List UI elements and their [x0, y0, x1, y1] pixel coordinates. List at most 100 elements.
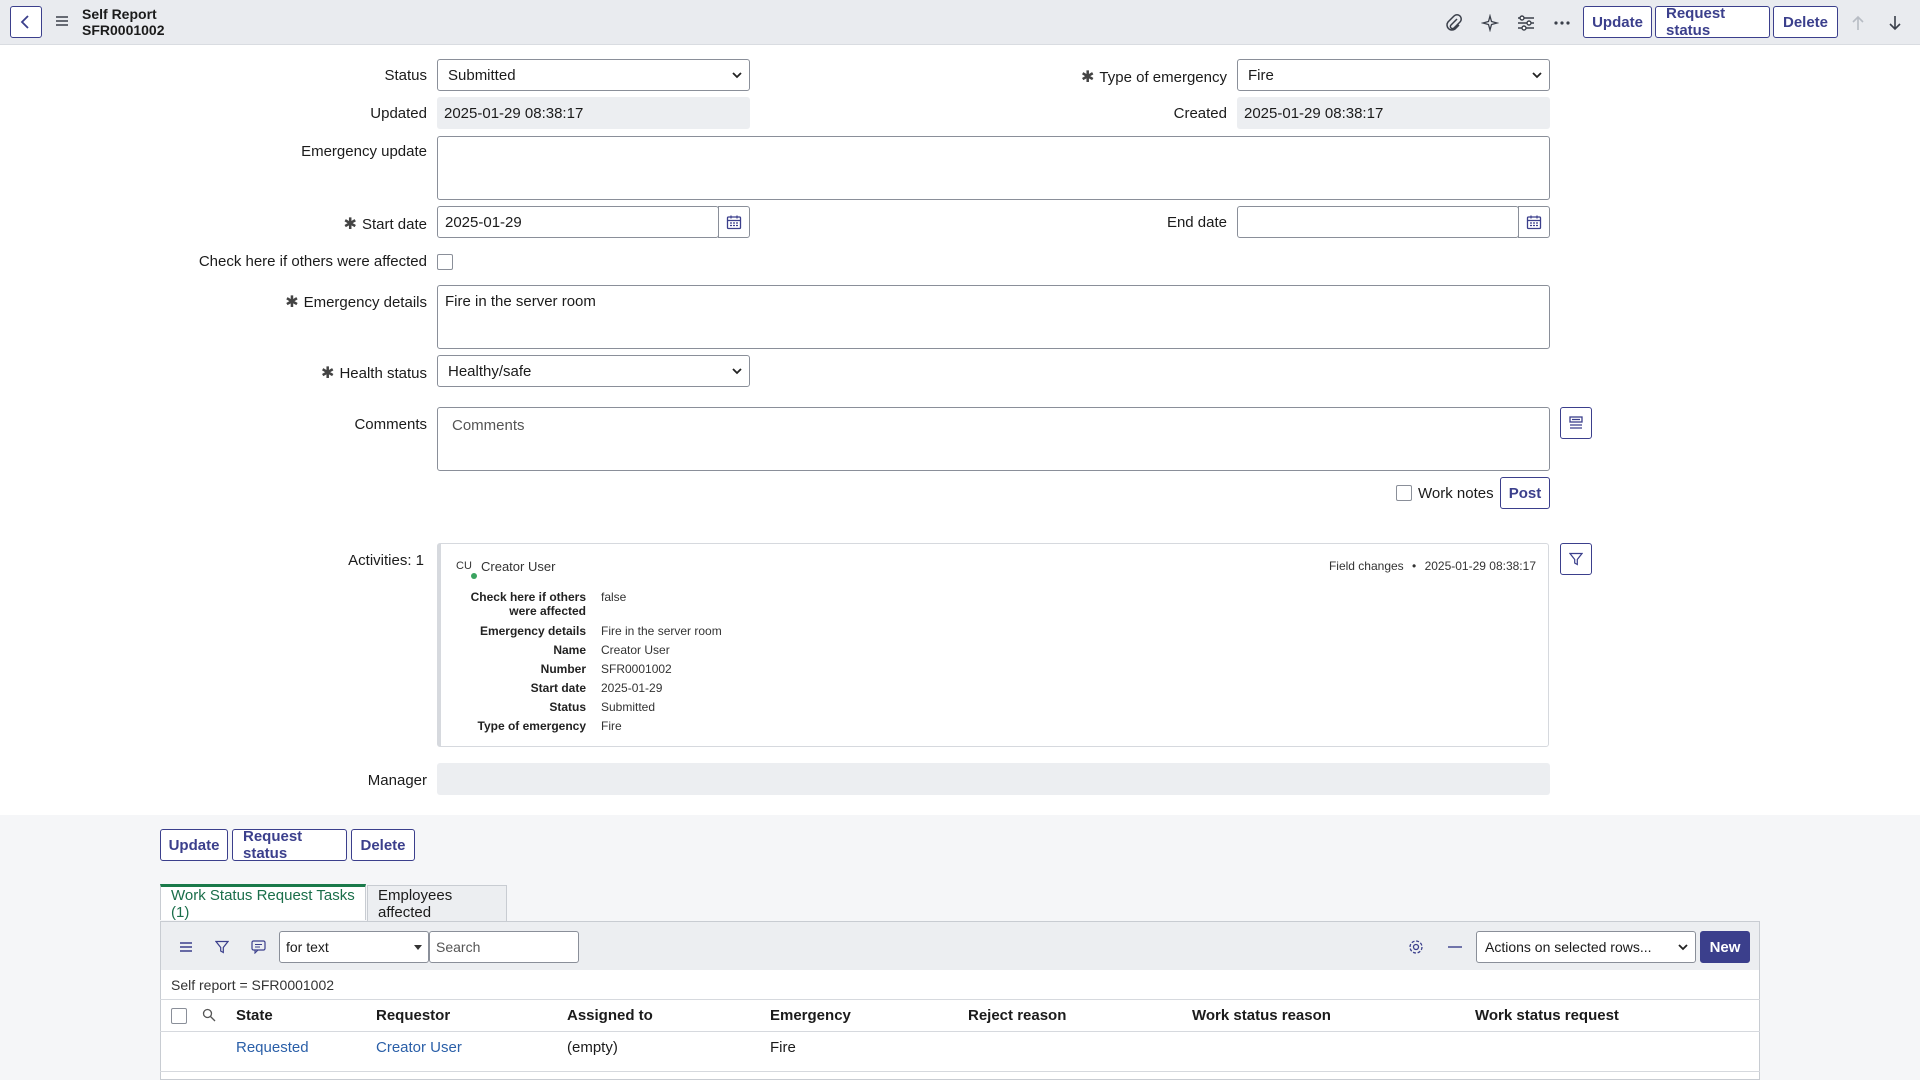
- emergency-details-label: ✱ Emergency details: [250, 292, 427, 312]
- comments-textarea[interactable]: Comments: [437, 407, 1550, 471]
- activity-field-value: SFR0001002: [601, 662, 672, 676]
- hamburger-icon[interactable]: [173, 934, 199, 960]
- manager-field[interactable]: [437, 763, 1550, 795]
- more-icon[interactable]: [1549, 10, 1575, 36]
- minus-icon[interactable]: [1442, 934, 1468, 960]
- avatar: CU: [456, 560, 472, 572]
- table-cell-assigned-to: (empty): [567, 1039, 618, 1056]
- column-header-state[interactable]: State: [236, 1007, 273, 1024]
- end-date-input[interactable]: [1237, 206, 1519, 238]
- search-field-value: for text: [286, 939, 329, 955]
- update-button[interactable]: Update: [1583, 6, 1652, 38]
- filter-icon[interactable]: [209, 934, 235, 960]
- activity-field-value: Fire in the server room: [601, 624, 722, 638]
- health-status-select[interactable]: Healthy/safe: [437, 355, 750, 387]
- type-of-emergency-label-text: Type of emergency: [1099, 69, 1227, 86]
- form-header: Self Report SFR0001002 Update Request st…: [0, 0, 1920, 45]
- request-status-button[interactable]: Request status: [1655, 5, 1770, 39]
- comment-icon[interactable]: [245, 934, 271, 960]
- bottom-delete-button[interactable]: Delete: [351, 829, 415, 861]
- others-affected-checkbox[interactable]: [437, 254, 453, 270]
- bottom-request-status-button[interactable]: Request status: [232, 828, 347, 862]
- table-cell-state[interactable]: Requested: [236, 1039, 309, 1056]
- column-header-requestor[interactable]: Requestor: [376, 1007, 450, 1024]
- work-notes-label: Work notes: [1418, 485, 1494, 502]
- hamburger-icon[interactable]: [53, 12, 71, 30]
- new-button[interactable]: New: [1700, 931, 1750, 963]
- activity-timestamp: 2025-01-29 08:38:17: [1424, 559, 1536, 573]
- page-title: Self Report: [82, 6, 157, 22]
- activity-field-value: Fire: [601, 719, 622, 733]
- activity-field-value: Creator User: [601, 643, 670, 657]
- record-number: SFR0001002: [82, 22, 165, 38]
- chevron-down-icon: [732, 72, 742, 79]
- activity-field-key: Type of emergency: [477, 719, 586, 733]
- post-button[interactable]: Post: [1500, 477, 1550, 509]
- chevron-down-icon: [732, 368, 742, 375]
- start-date-label: ✱ Start date: [300, 214, 427, 234]
- actions-select[interactable]: Actions on selected rows...: [1476, 931, 1696, 963]
- actions-select-value: Actions on selected rows...: [1485, 939, 1652, 955]
- divider: [160, 1071, 1760, 1072]
- sparkle-icon[interactable]: [1477, 10, 1503, 36]
- start-date-calendar-button[interactable]: [718, 206, 750, 238]
- activity-field-key: Number: [540, 662, 586, 676]
- emergency-details-label-text: Emergency details: [303, 294, 427, 311]
- search-input[interactable]: Search: [429, 931, 579, 963]
- back-button[interactable]: [10, 6, 42, 38]
- tab-work-status-request-tasks[interactable]: Work Status Request Tasks (1): [160, 884, 366, 921]
- activity-field-value: false: [601, 590, 627, 604]
- back-arrow-icon: [20, 15, 29, 29]
- activity-type: Field changes: [1328, 559, 1404, 573]
- column-header-reject-reason[interactable]: Reject reason: [968, 1007, 1066, 1024]
- status-select[interactable]: Submitted: [437, 59, 750, 91]
- select-all-checkbox[interactable]: [171, 1008, 187, 1024]
- arrow-down-icon[interactable]: [1882, 10, 1908, 36]
- arrow-up-icon[interactable]: [1845, 10, 1871, 36]
- delete-button[interactable]: Delete: [1773, 6, 1838, 38]
- end-date-calendar-button[interactable]: [1518, 206, 1550, 238]
- divider: [160, 999, 1760, 1000]
- required-icon: ✱: [1081, 69, 1095, 86]
- activity-entry: CU Creator User Field changes • 2025-01-…: [437, 543, 1549, 747]
- health-status-label: ✱ Health status: [300, 363, 427, 383]
- paperclip-icon[interactable]: [1441, 10, 1467, 36]
- activity-bullet: •: [1412, 559, 1417, 573]
- column-header-emergency[interactable]: Emergency: [770, 1007, 851, 1024]
- work-notes-checkbox[interactable]: [1396, 485, 1412, 501]
- chevron-down-icon: [1532, 72, 1542, 79]
- status-label: Status: [384, 67, 427, 84]
- activity-field-value: 2025-01-29: [601, 681, 663, 695]
- emergency-update-textarea[interactable]: [437, 136, 1550, 200]
- activity-filter-button[interactable]: [1560, 543, 1592, 575]
- search-field-select[interactable]: for text: [279, 931, 429, 963]
- filter-icon: [1569, 552, 1583, 566]
- stream-toggle-button[interactable]: [1560, 407, 1592, 439]
- gear-icon[interactable]: [1403, 934, 1429, 960]
- emergency-update-label: Emergency update: [301, 143, 427, 160]
- activity-field-key: Emergency details: [479, 624, 586, 638]
- activities-label: Activities: 1: [348, 552, 424, 569]
- updated-field: 2025-01-29 08:38:17: [437, 97, 750, 129]
- column-search-icon[interactable]: [202, 1008, 216, 1026]
- table-cell-requestor[interactable]: Creator User: [376, 1039, 462, 1056]
- tab-employees-affected[interactable]: Employees affected: [367, 885, 507, 921]
- start-date-label-text: Start date: [361, 216, 427, 233]
- start-date-input[interactable]: 2025-01-29: [437, 206, 719, 238]
- end-date-label: End date: [1166, 214, 1227, 231]
- activity-field-key: Start date: [530, 681, 586, 695]
- comments-label: Comments: [354, 416, 427, 433]
- created-label: Created: [1173, 105, 1227, 122]
- bottom-update-button[interactable]: Update: [160, 829, 228, 861]
- column-header-assigned-to[interactable]: Assigned to: [567, 1007, 653, 1024]
- activity-user: Creator User: [481, 559, 556, 574]
- type-of-emergency-label: ✱ Type of emergency: [1030, 67, 1227, 87]
- type-of-emergency-select[interactable]: Fire: [1237, 59, 1550, 91]
- filter-breadcrumb[interactable]: Self report = SFR0001002: [171, 977, 334, 993]
- updated-label: Updated: [370, 105, 427, 122]
- column-header-work-status-request[interactable]: Work status request: [1475, 1007, 1619, 1024]
- health-status-value: Healthy/safe: [448, 362, 532, 380]
- column-header-work-status-reason[interactable]: Work status reason: [1192, 1007, 1331, 1024]
- settings-sliders-icon[interactable]: [1513, 10, 1539, 36]
- emergency-details-textarea[interactable]: Fire in the server room: [437, 285, 1550, 349]
